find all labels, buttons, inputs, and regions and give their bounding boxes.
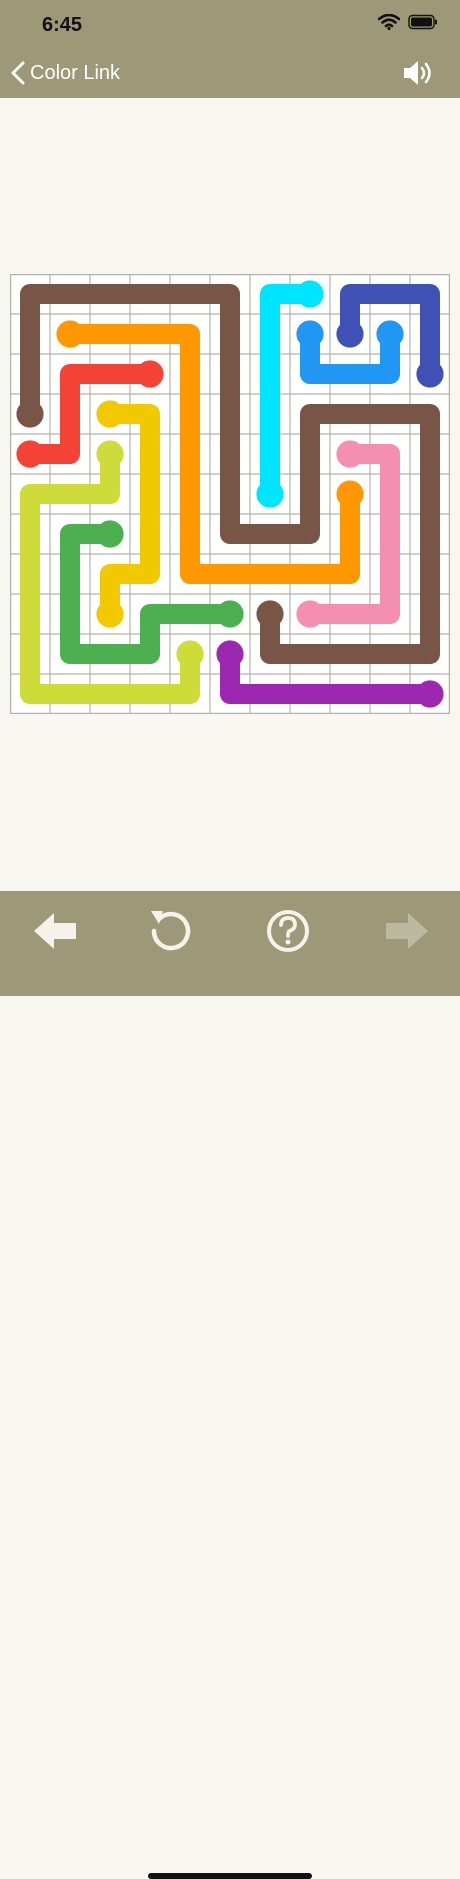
path-endpoint-dot[interactable] bbox=[136, 360, 164, 388]
arrow-left-icon[interactable] bbox=[30, 905, 82, 957]
chevron-left-icon bbox=[11, 61, 25, 85]
path-endpoint-dot[interactable] bbox=[416, 360, 444, 388]
back-label: Color Link bbox=[30, 61, 121, 84]
path-endpoint-dot[interactable] bbox=[256, 600, 284, 628]
status-time: 6:45 bbox=[42, 14, 83, 36]
nav-bar: Color Link bbox=[0, 48, 460, 98]
path-endpoint-dot[interactable] bbox=[56, 320, 84, 348]
wifi-icon bbox=[378, 14, 400, 30]
arrow-right-icon[interactable] bbox=[380, 905, 432, 957]
help-icon[interactable] bbox=[262, 905, 314, 957]
path-endpoint-dot[interactable] bbox=[96, 600, 124, 628]
path-endpoint-dot[interactable] bbox=[416, 680, 444, 708]
path-endpoint-dot[interactable] bbox=[296, 600, 324, 628]
status-icons bbox=[378, 14, 438, 30]
path-endpoint-dot[interactable] bbox=[376, 320, 404, 348]
board-svg[interactable] bbox=[8, 272, 452, 716]
path-endpoint-dot[interactable] bbox=[216, 600, 244, 628]
path-endpoint-dot[interactable] bbox=[96, 520, 124, 548]
path-endpoint-dot[interactable] bbox=[296, 320, 324, 348]
bottom-toolbar bbox=[0, 891, 460, 1879]
path-endpoint-dot[interactable] bbox=[16, 400, 44, 428]
path-endpoint-dot[interactable] bbox=[336, 440, 364, 468]
status-bar: 6:45 bbox=[0, 0, 460, 48]
path-endpoint-dot[interactable] bbox=[296, 280, 324, 308]
path-endpoint-dot[interactable] bbox=[216, 640, 244, 668]
battery-icon bbox=[408, 14, 437, 30]
path-endpoint-dot[interactable] bbox=[336, 320, 364, 348]
path-endpoint-dot[interactable] bbox=[16, 440, 44, 468]
path-endpoint-dot[interactable] bbox=[336, 480, 364, 508]
game-board[interactable] bbox=[8, 272, 452, 716]
path-endpoint-dot[interactable] bbox=[256, 480, 284, 508]
path-endpoint-dot[interactable] bbox=[96, 440, 124, 468]
back-button[interactable]: Color Link bbox=[10, 58, 120, 88]
path-endpoint-dot[interactable] bbox=[96, 400, 124, 428]
home-indicator bbox=[148, 1873, 312, 1879]
speaker-icon[interactable] bbox=[402, 58, 434, 88]
path-endpoint-dot[interactable] bbox=[176, 640, 204, 668]
restart-icon[interactable] bbox=[145, 905, 197, 957]
